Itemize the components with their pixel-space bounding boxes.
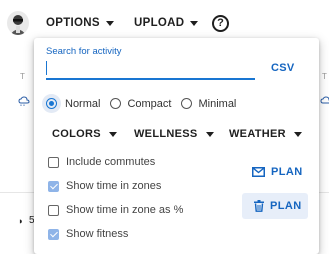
- chevron-down-icon: [105, 20, 114, 26]
- checkbox-label: Show fitness: [66, 228, 129, 240]
- checkbox-show-time-in-zones[interactable]: Show time in zones: [48, 180, 161, 192]
- wellness-label: WELLNESS: [134, 128, 198, 140]
- wellness-dropdown[interactable]: WELLNESS: [134, 128, 214, 140]
- radio-unchecked-icon: [110, 98, 122, 109]
- trash-icon: [254, 200, 264, 212]
- radio-label: Compact: [127, 97, 172, 110]
- weather-dropdown[interactable]: WEATHER: [229, 128, 302, 140]
- search-label: Search for activity: [46, 46, 122, 57]
- background-edge-text: T: [20, 72, 25, 81]
- plan-label: PLAN: [271, 166, 303, 178]
- checkbox-label: Include commutes: [66, 156, 156, 168]
- plan-delete-button[interactable]: PLAN: [242, 193, 308, 219]
- checkbox-checked-icon: [48, 228, 59, 240]
- checkbox-show-time-in-zone-percent[interactable]: Show time in zone as %: [48, 204, 183, 216]
- weather-label: WEATHER: [229, 128, 286, 140]
- help-icon[interactable]: ?: [212, 15, 229, 32]
- search-input[interactable]: [46, 60, 254, 77]
- density-radio-group: Normal Compact Minimal: [42, 94, 246, 113]
- chevron-down-icon: [205, 131, 214, 137]
- checkbox-show-fitness[interactable]: Show fitness: [48, 228, 128, 240]
- plan-email-button[interactable]: PLAN: [252, 164, 303, 180]
- checkbox-include-commutes[interactable]: Include commutes: [48, 156, 155, 168]
- chevron-down-icon: [108, 131, 117, 137]
- radio-normal[interactable]: Normal: [42, 94, 101, 113]
- weather-cloud-icon: [320, 96, 329, 104]
- checkbox-unchecked-icon: [48, 204, 59, 216]
- chevron-down-icon: [293, 131, 302, 137]
- checkbox-label: Show time in zone as %: [66, 204, 184, 216]
- upload-label: UPLOAD: [134, 17, 185, 29]
- text-cursor: [46, 61, 47, 75]
- radio-checked-icon: [46, 98, 57, 109]
- options-panel: Search for activity CSV Normal Compact M…: [34, 38, 319, 254]
- colors-label: COLORS: [52, 128, 101, 140]
- radio-focus-halo: [42, 94, 61, 113]
- options-label: OPTIONS: [46, 17, 100, 29]
- radio-label: Normal: [65, 97, 101, 110]
- search-underline: [46, 78, 255, 80]
- radio-label: Minimal: [198, 97, 237, 110]
- checkbox-unchecked-icon: [48, 156, 59, 168]
- plan-label: PLAN: [270, 200, 302, 212]
- background-edge-text: T: [322, 72, 327, 81]
- csv-button[interactable]: CSV: [271, 62, 295, 74]
- checkbox-checked-icon: [48, 180, 59, 192]
- mail-icon: [252, 167, 265, 177]
- weather-cloud-icon: [18, 96, 30, 106]
- chevron-down-icon: [190, 20, 199, 26]
- radio-unchecked-icon: [181, 98, 193, 109]
- avatar[interactable]: [7, 11, 29, 35]
- options-menu-button[interactable]: OPTIONS: [46, 14, 114, 32]
- radio-minimal[interactable]: Minimal: [181, 98, 236, 110]
- upload-menu-button[interactable]: UPLOAD: [134, 14, 199, 32]
- radio-compact[interactable]: Compact: [110, 98, 171, 110]
- checkbox-label: Show time in zones: [66, 180, 162, 192]
- colors-dropdown[interactable]: COLORS: [52, 128, 117, 140]
- moon-icon: ◗: [18, 216, 24, 226]
